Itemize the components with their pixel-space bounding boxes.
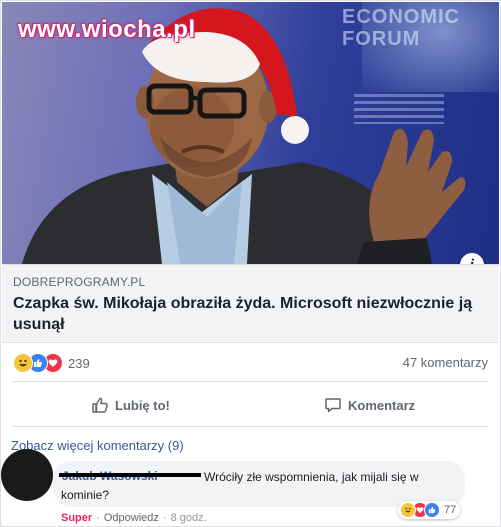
divider: [13, 381, 488, 382]
thumbs-up-icon: [92, 397, 108, 413]
comment-icon: [325, 398, 341, 413]
link-domain: DOBREPROGRAMY.PL: [13, 275, 146, 289]
like-icon: [424, 502, 440, 518]
comment-reactions[interactable]: 77: [398, 501, 461, 519]
separator-dot: ·: [96, 512, 100, 524]
avatar[interactable]: [1, 449, 53, 501]
divider: [13, 426, 488, 427]
link-preview[interactable]: DOBREPROGRAMY.PL Czapka św. Mikołaja obr…: [2, 264, 499, 343]
reactions-summary[interactable]: 239: [13, 353, 90, 373]
haha-icon: [400, 502, 416, 518]
comment-button-label: Komentarz: [348, 397, 416, 413]
like-button-label: Lubię to!: [115, 397, 170, 413]
link-title[interactable]: Czapka św. Mikołaja obraziła żyda. Micro…: [13, 293, 485, 335]
watermark-text: www.wiocha.pl: [18, 16, 196, 43]
comment-time[interactable]: 8 godz.: [171, 512, 207, 524]
separator-dot: ·: [162, 512, 167, 524]
comment-reaction-count: 77: [444, 504, 457, 516]
comment-actions: Super · Odpowiedz · 8 godz.: [61, 512, 207, 524]
post-card: ECONOMIC FORUM www.wiocha.pl DOBREPROGRA…: [0, 0, 501, 527]
reply-link[interactable]: Odpowiedz: [104, 512, 159, 524]
reaction-count: 239: [68, 355, 90, 371]
comment-button[interactable]: Komentarz: [324, 394, 415, 416]
comment-count-link[interactable]: 47 komentarzy: [403, 355, 488, 370]
like-button[interactable]: Lubię to!: [91, 394, 170, 416]
super-reaction-link[interactable]: Super: [61, 512, 92, 524]
comment-bubble: Jakub Wasowski Wróciły złe wspomnienia, …: [53, 461, 465, 507]
haha-icon: [13, 353, 33, 373]
comment-text: Wróciły złe wspomnienia, jak mijali się …: [61, 470, 419, 502]
post-image[interactable]: ECONOMIC FORUM www.wiocha.pl: [2, 2, 499, 264]
